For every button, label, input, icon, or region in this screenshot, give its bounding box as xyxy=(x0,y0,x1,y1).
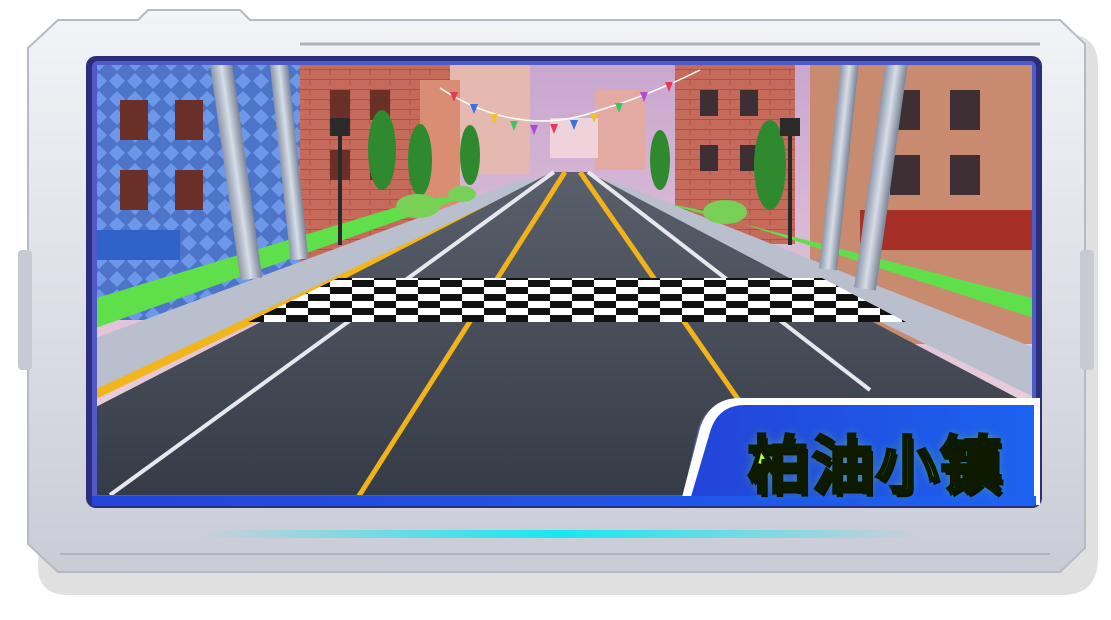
level-select-card[interactable]: 柏油小镇 xyxy=(0,0,1111,620)
level-title: 柏油小镇 xyxy=(726,420,1026,504)
card-frame xyxy=(18,9,1098,595)
finish-line xyxy=(248,278,906,322)
level-title-text: 柏油小镇 xyxy=(746,428,1004,504)
glow-strip xyxy=(200,530,920,538)
